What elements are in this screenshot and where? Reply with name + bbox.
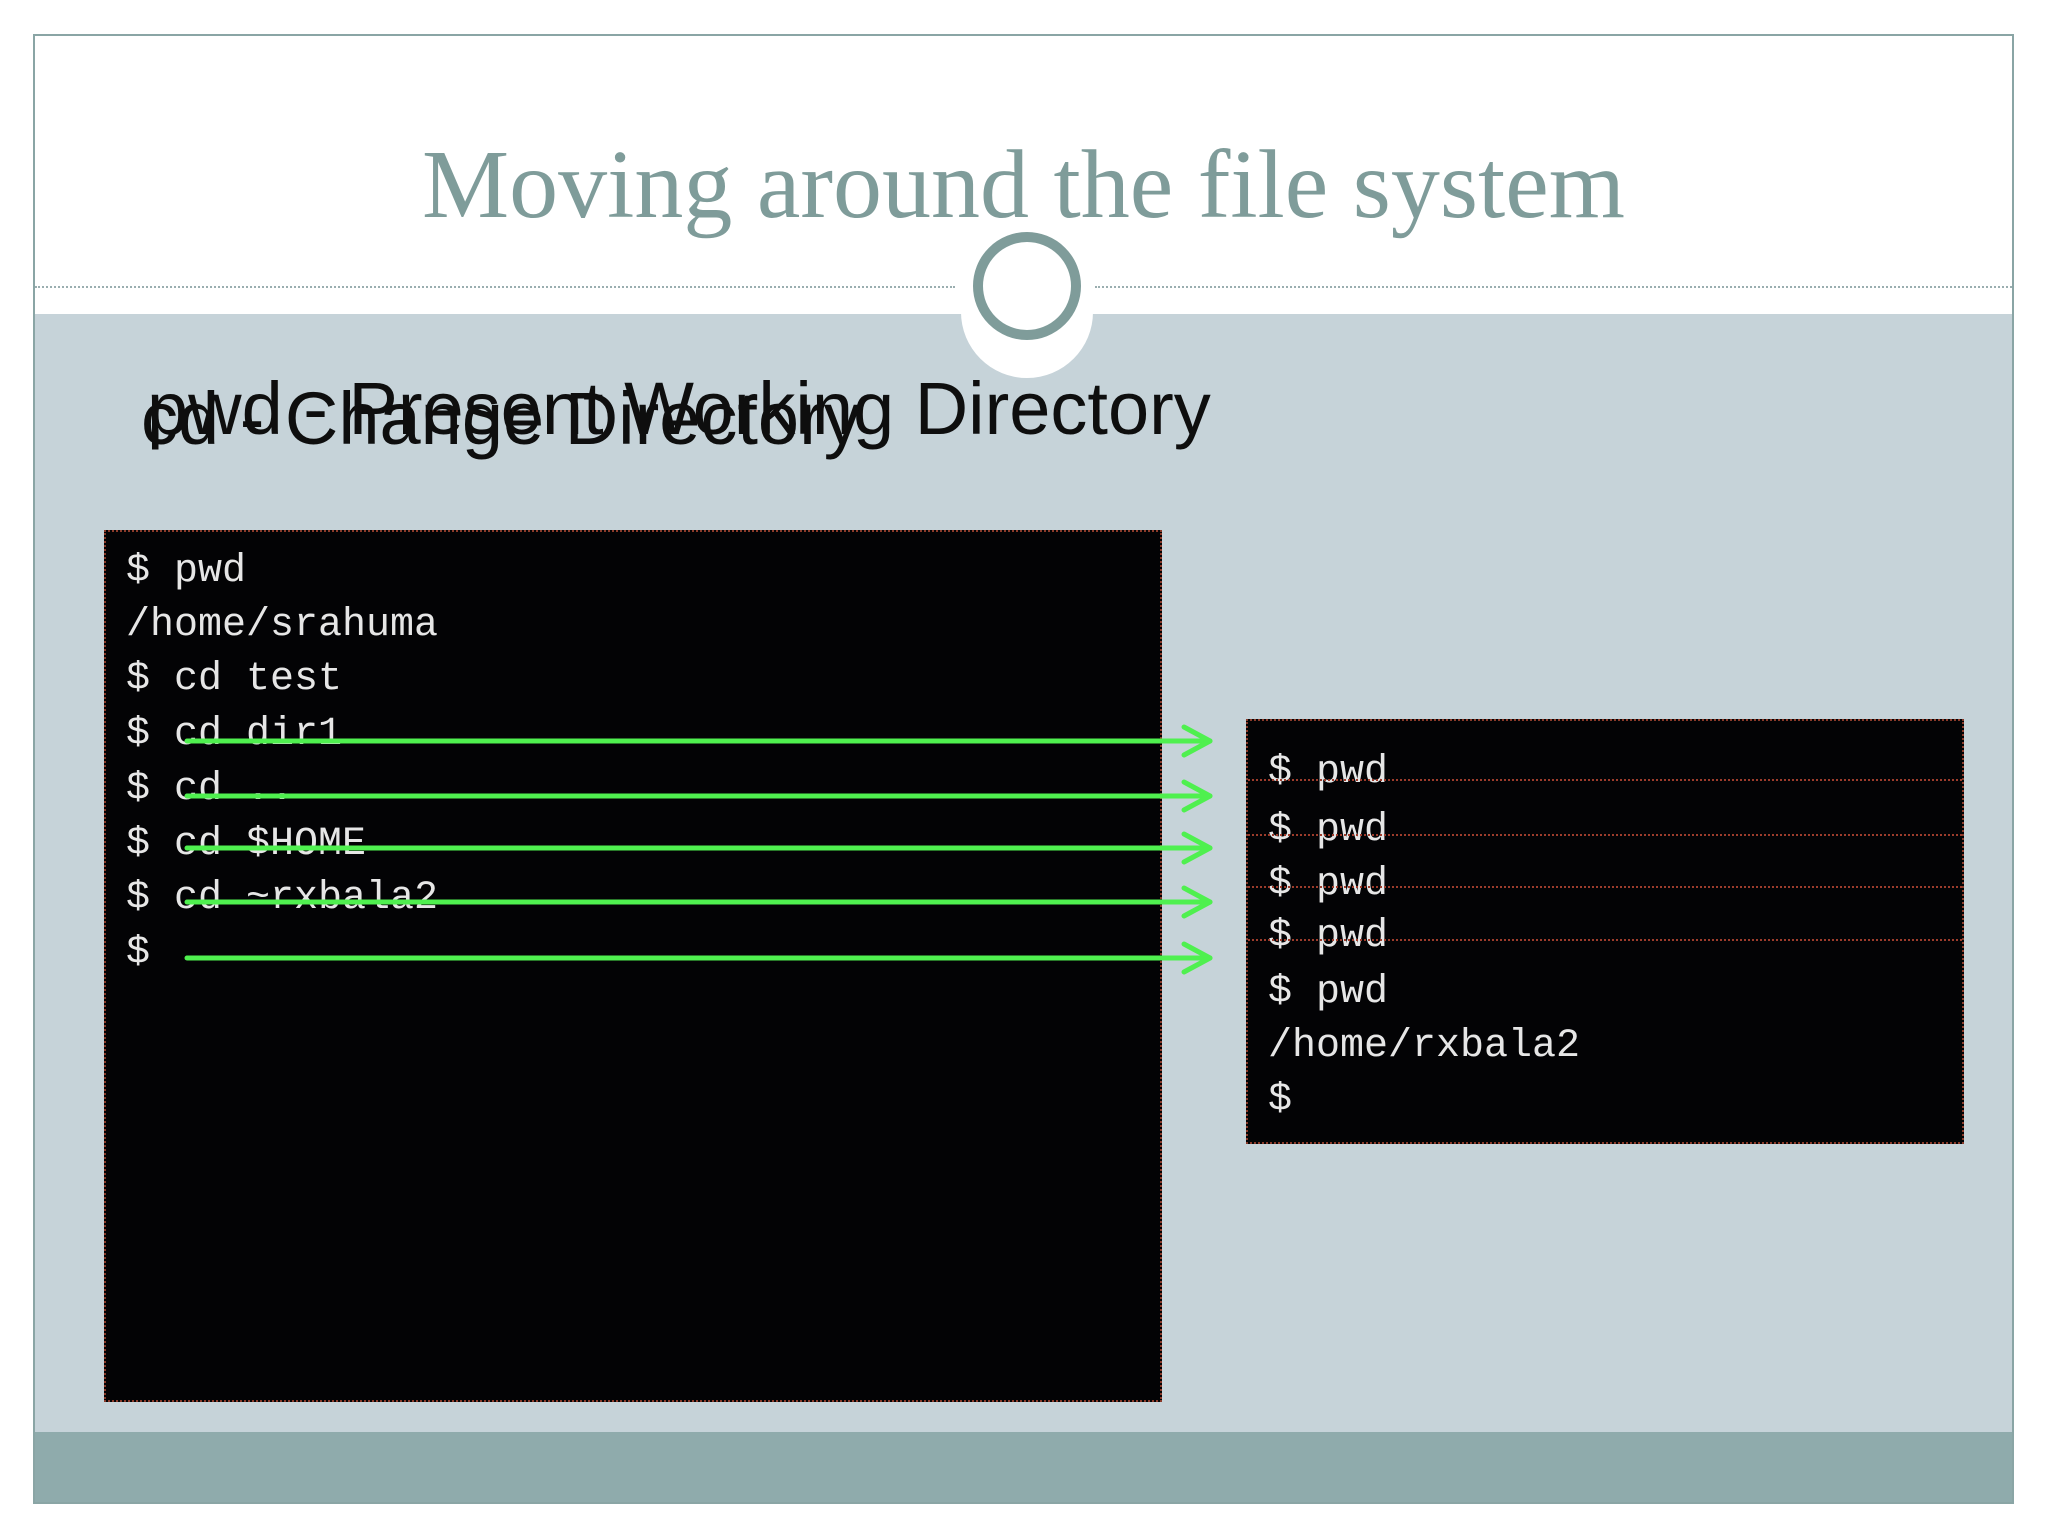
arrow-icon <box>184 941 1213 975</box>
arrows-layer <box>184 724 1213 975</box>
arrow-icon <box>184 724 1213 758</box>
arrow-icon <box>184 779 1213 813</box>
arrow-icon <box>184 831 1213 865</box>
arrow-icon <box>184 885 1213 919</box>
slide: Moving around the file system pwd - Pres… <box>33 34 2014 1504</box>
